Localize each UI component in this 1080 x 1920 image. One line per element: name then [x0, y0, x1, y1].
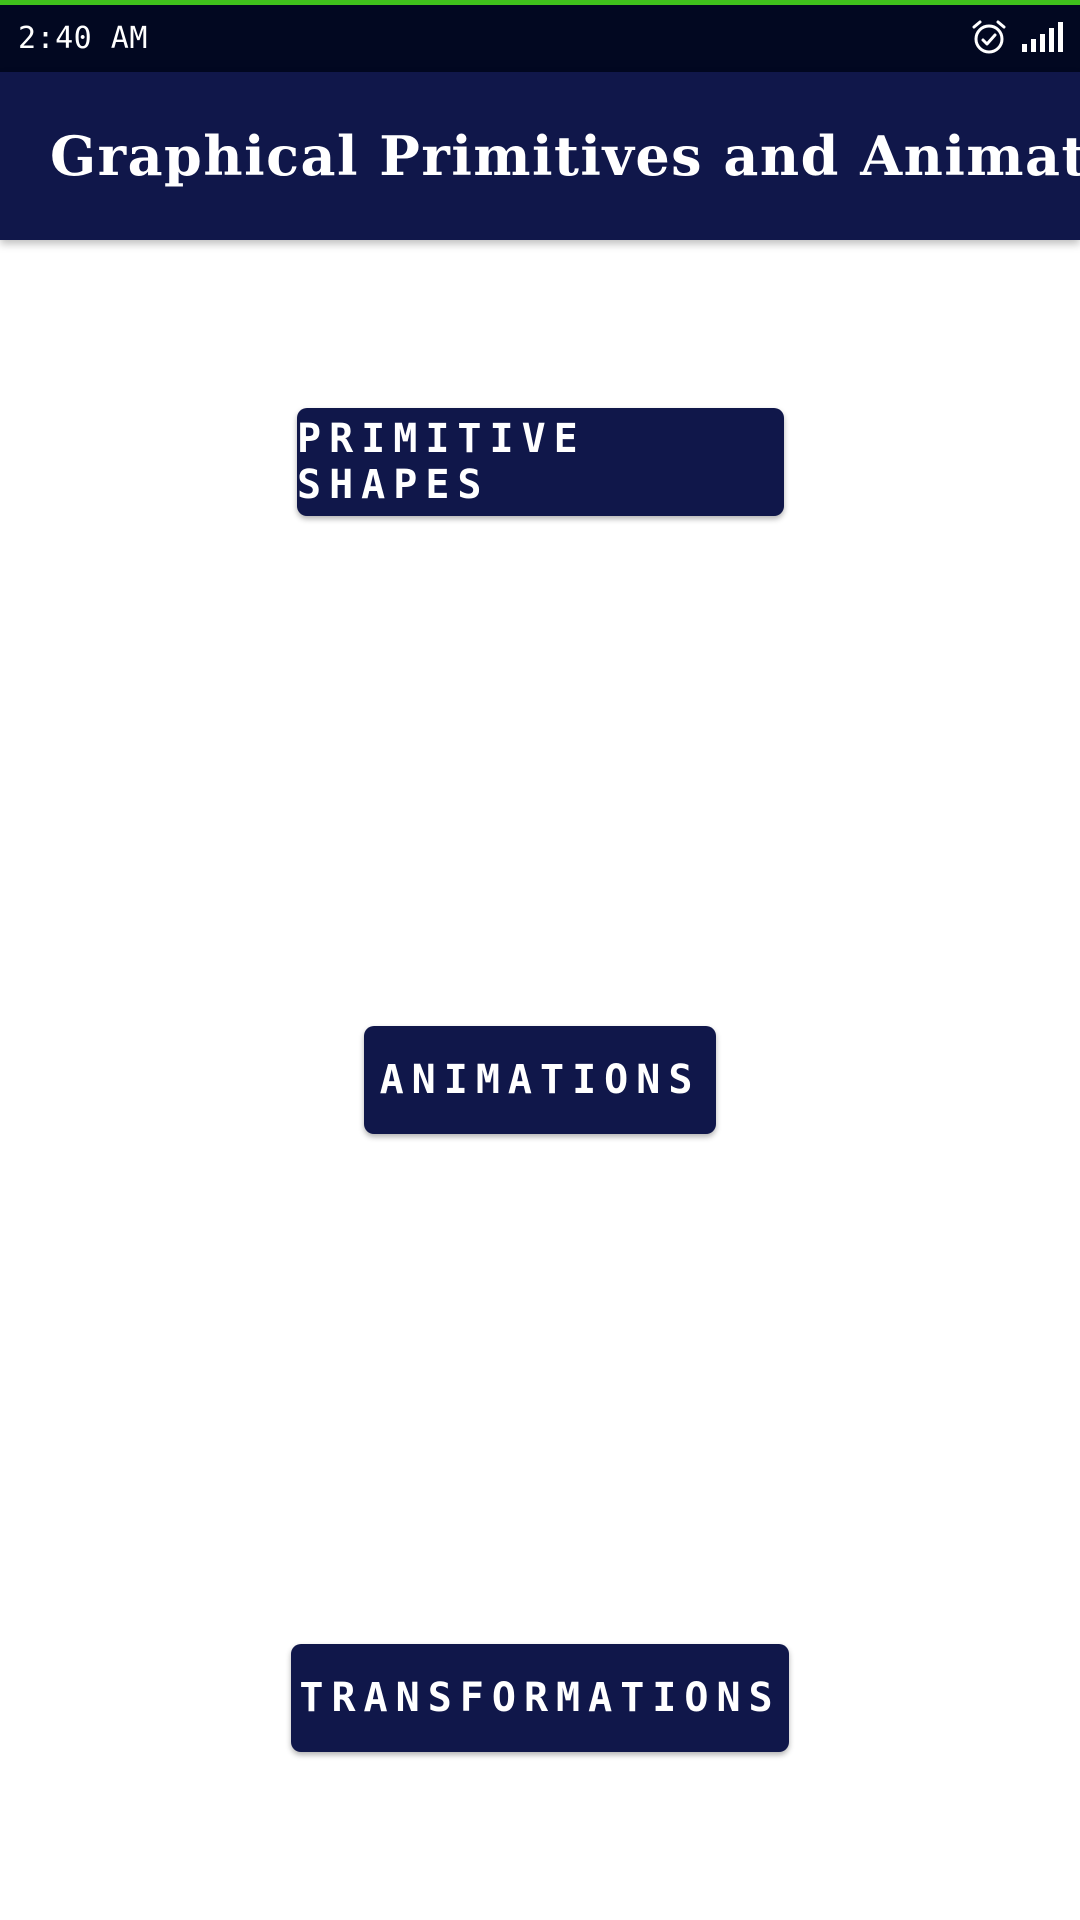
- alarm-icon: [970, 18, 1008, 60]
- app-title: Graphical Primitives and Animation: [50, 124, 1080, 188]
- animations-button[interactable]: ANIMATIONS: [364, 1026, 716, 1134]
- signal-icon: [1022, 22, 1064, 56]
- status-bar: 2:40 AM: [0, 5, 1080, 72]
- primitive-shapes-button[interactable]: PRIMITIVE SHAPES: [297, 408, 784, 516]
- transformations-button[interactable]: TRANSFORMATIONS: [291, 1644, 789, 1752]
- status-time: 2:40 AM: [18, 21, 148, 56]
- app-bar: Graphical Primitives and Animation: [0, 72, 1080, 240]
- main-content: PRIMITIVE SHAPES ANIMATIONS TRANSFORMATI…: [0, 240, 1080, 1920]
- status-icons: [970, 17, 1064, 61]
- screen: 2:40 AM Graphical Primitives and Animati…: [0, 0, 1080, 1920]
